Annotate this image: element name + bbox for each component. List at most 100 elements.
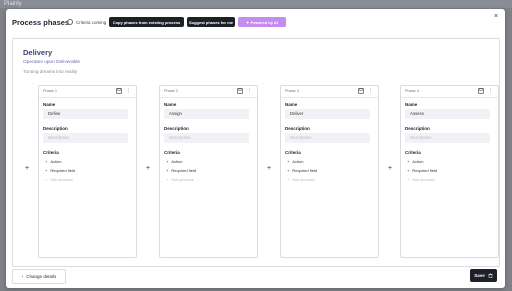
action-label: Action [292,159,304,164]
criteria-toggle-label: Criteria coming [76,19,107,25]
suggest-phases-button[interactable]: Suggest phases for me [187,17,235,27]
action-label: Action [171,159,183,164]
phase-card-header: Phase 4 ⋮ [401,86,498,98]
process-title: Delivery [23,48,53,57]
sub-process-label: Sub-process [292,177,315,182]
save-phase-icon[interactable] [478,88,484,94]
description-label: Description [405,126,430,131]
phase-name-input[interactable]: Assign [164,109,249,119]
criteria-toggle[interactable]: Criteria coming [67,19,106,25]
phase-description-input[interactable]: Description [164,133,249,143]
plus-icon: + [166,168,169,173]
save-phase-icon[interactable] [237,88,243,94]
more-options-icon[interactable]: ⋮ [126,88,131,94]
criteria-label: Criteria [164,150,180,155]
phase-number: Phase 2 [164,89,178,93]
background-app-bar: Plainly [0,0,512,8]
phase-description-input[interactable]: Description [405,133,490,143]
phase-name-input[interactable]: Deliver [285,109,370,119]
plus-icon: + [287,177,290,182]
plus-icon: + [287,159,290,164]
trash-icon [488,273,493,278]
close-icon[interactable]: × [494,13,498,20]
plus-icon: + [45,177,48,182]
sub-process-label: Sub-process [412,177,435,182]
phase-card: Phase 2 ⋮ Name Assign Description Descri… [159,85,258,258]
add-action-button[interactable]: + Action [166,159,182,164]
more-options-icon[interactable]: ⋮ [247,88,252,94]
add-sub-process-button[interactable]: + Sub-process [287,177,315,182]
criteria-label: Criteria [285,150,301,155]
add-action-button[interactable]: + Action [407,159,423,164]
add-required-field-button[interactable]: + Required field [45,168,75,173]
plus-icon: + [407,177,410,182]
name-label: Name [405,102,418,107]
description-label: Description [164,126,189,131]
add-sub-process-button[interactable]: + Sub-process [45,177,73,182]
criteria-label: Criteria [405,150,421,155]
add-required-field-button[interactable]: + Required field [287,168,317,173]
phase-name-input[interactable]: Define [43,109,128,119]
add-action-button[interactable]: + Action [45,159,61,164]
add-sub-process-button[interactable]: + Sub-process [407,177,435,182]
plus-icon: + [166,177,169,182]
change-details-label: Change details [26,274,57,279]
description-label: Description [43,126,68,131]
plus-icon: + [287,168,290,173]
name-label: Name [164,102,177,107]
phase-card-header: Phase 1 ⋮ [39,86,136,98]
sub-process-label: Sub-process [50,177,73,182]
phase-card: Phase 1 ⋮ Name Define Description Descri… [38,85,137,258]
phase-card-header: Phase 2 ⋮ [160,86,257,98]
required-field-label: Required field [412,168,438,173]
action-label: Action [50,159,62,164]
process-phases-modal: Process phases Criteria coming Copy phas… [6,9,505,288]
phase-card: Phase 3 ⋮ Name Deliver Description Descr… [280,85,379,258]
phase-card: Phase 4 ⋮ Name Assess Description Descri… [400,85,499,258]
save-phase-icon[interactable] [116,88,122,94]
action-label: Action [412,159,424,164]
save-label: Save [474,273,485,278]
criteria-label: Criteria [43,150,59,155]
chevron-left-icon: ‹ [21,274,24,279]
more-options-icon[interactable]: ⋮ [368,88,373,94]
sub-process-label: Sub-process [171,177,194,182]
phase-name-input[interactable]: Assess [405,109,490,119]
required-field-label: Required field [292,168,318,173]
radio-icon [67,19,73,25]
name-label: Name [43,102,56,107]
save-button[interactable]: Save [470,269,497,282]
phase-number: Phase 1 [43,89,57,93]
modal-header: Process phases Criteria coming Copy phas… [6,9,505,37]
add-phase-button[interactable]: + [25,165,29,172]
app-logo: Plainly [4,1,22,7]
add-sub-process-button[interactable]: + Sub-process [166,177,194,182]
save-phase-icon[interactable] [358,88,364,94]
phase-description-input[interactable]: Description [43,133,128,143]
add-phase-button[interactable]: + [388,165,392,172]
modal-footer: ‹ Change details Save [6,264,505,288]
plus-icon: + [45,159,48,164]
add-phase-button[interactable]: + [267,165,271,172]
name-label: Name [285,102,298,107]
plus-icon: + [407,159,410,164]
powered-by-ai-badge: ✦ Powered by AI [238,17,286,27]
add-required-field-button[interactable]: + Required field [166,168,196,173]
copy-phases-button[interactable]: Copy phases from existing process [109,17,184,27]
description-label: Description [285,126,310,131]
add-action-button[interactable]: + Action [287,159,303,164]
phase-description-input[interactable]: Description [285,133,370,143]
process-panel: Delivery Operates upon Deliverable Turni… [12,38,500,267]
plus-icon: + [407,168,410,173]
phase-card-header: Phase 3 ⋮ [281,86,378,98]
required-field-label: Required field [171,168,197,173]
plus-icon: + [45,168,48,173]
add-phase-button[interactable]: + [146,165,150,172]
more-options-icon[interactable]: ⋮ [488,88,493,94]
plus-icon: + [166,159,169,164]
change-details-button[interactable]: ‹ Change details [12,269,66,284]
phase-number: Phase 4 [405,89,419,93]
required-field-label: Required field [50,168,76,173]
add-required-field-button[interactable]: + Required field [407,168,437,173]
process-subtitle: Operates upon Deliverable [23,60,81,65]
